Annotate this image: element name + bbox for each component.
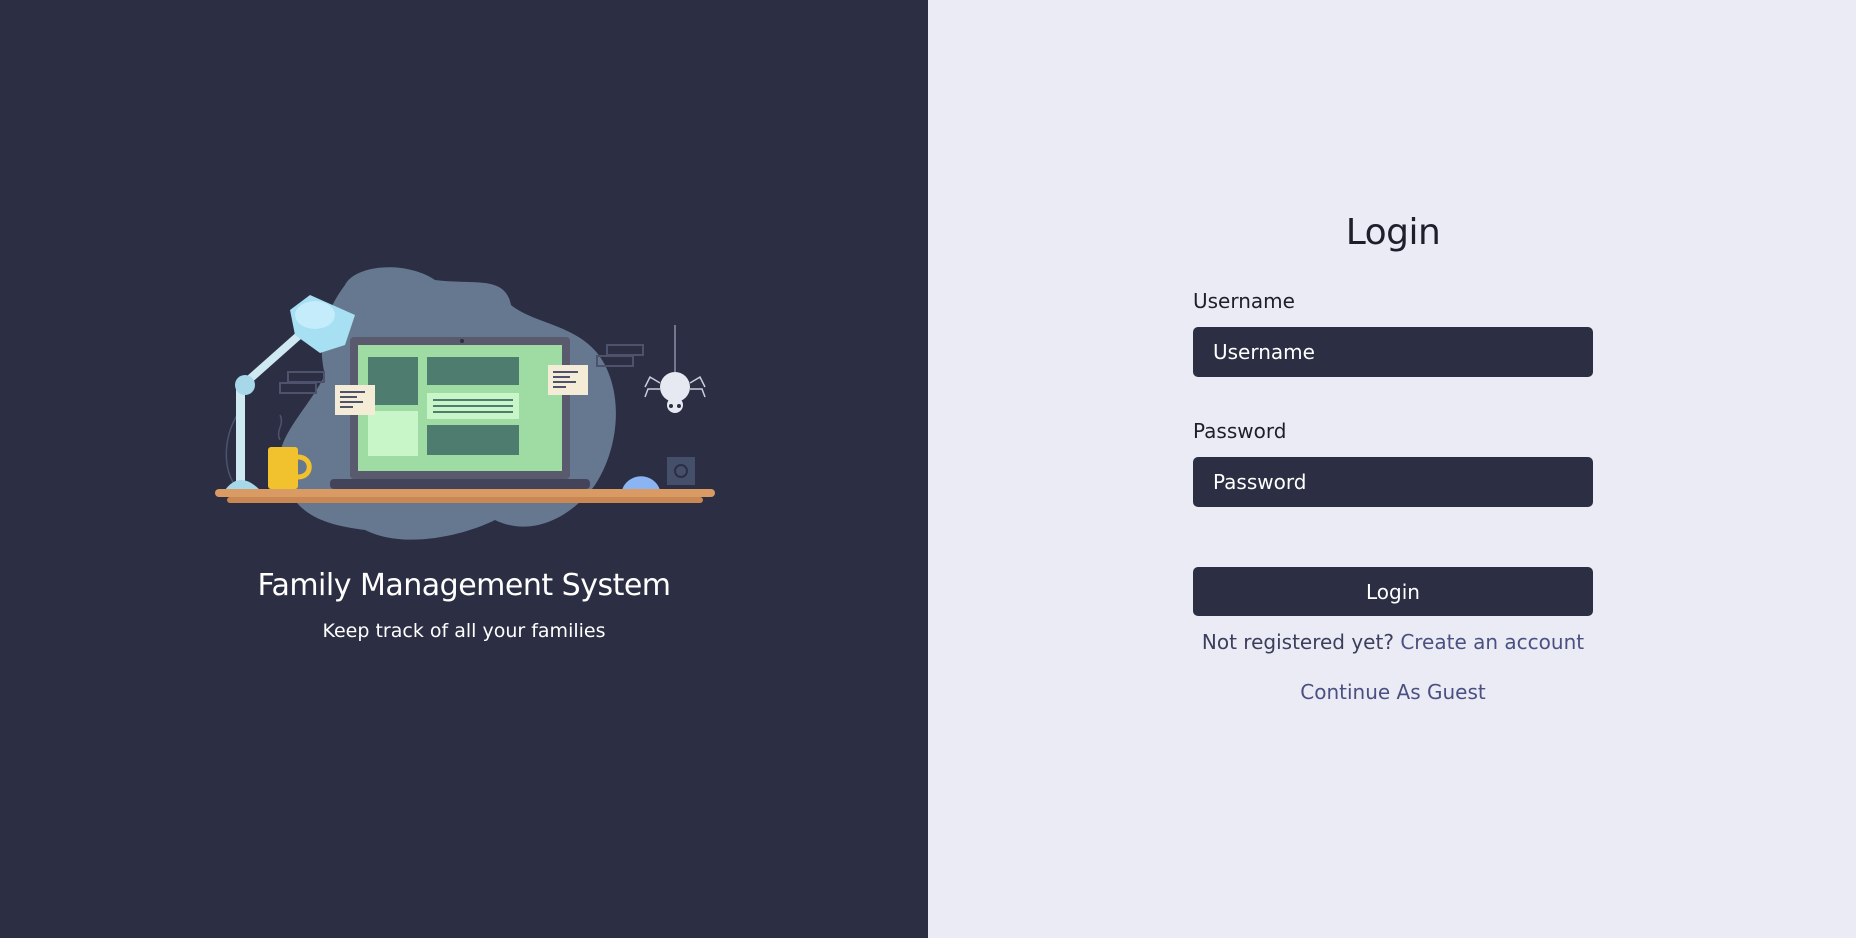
spider — [644, 325, 706, 413]
app-subtitle: Keep track of all your families — [322, 620, 606, 642]
register-prompt-row: Not registered yet? Create an account — [1193, 630, 1593, 654]
app-title: Family Management System — [257, 568, 671, 603]
password-input[interactable] — [1193, 457, 1593, 507]
sticky-note-right — [548, 365, 588, 395]
sticky-note-left — [335, 385, 375, 415]
branding-panel: Family Management System Keep track of a… — [0, 0, 928, 938]
create-account-link[interactable]: Create an account — [1400, 630, 1584, 654]
username-label: Username — [1193, 289, 1295, 313]
power-socket — [667, 457, 695, 485]
ball — [622, 476, 660, 490]
desk — [215, 489, 715, 497]
password-label: Password — [1193, 419, 1287, 443]
register-prompt-text: Not registered yet? — [1201, 630, 1401, 654]
login-heading: Login — [1345, 212, 1441, 253]
login-page: Family Management System Keep track of a… — [0, 0, 1856, 938]
desk-workspace-illustration — [215, 267, 715, 540]
username-input[interactable] — [1193, 327, 1593, 377]
login-button[interactable]: Login — [1193, 567, 1593, 616]
continue-as-guest-link[interactable]: Continue As Guest — [1193, 680, 1593, 704]
